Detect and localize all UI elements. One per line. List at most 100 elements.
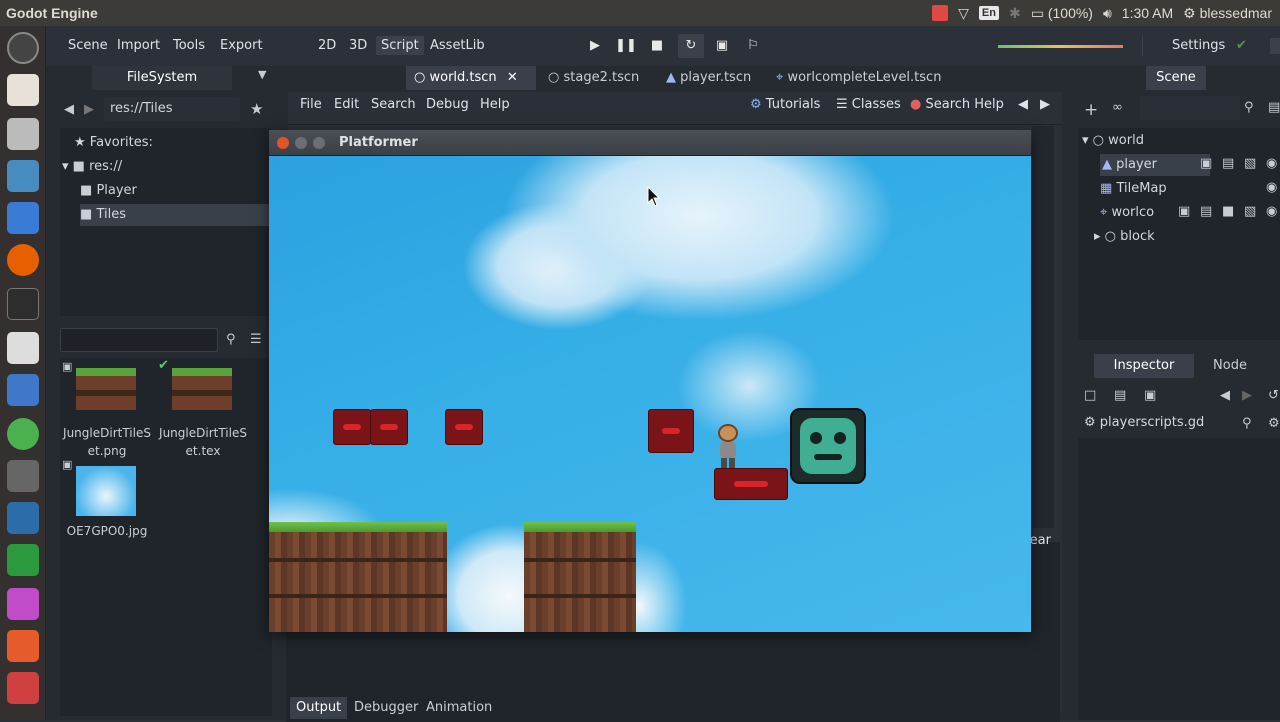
misc-app-icon[interactable] bbox=[7, 672, 39, 704]
screenshot-app-icon[interactable] bbox=[7, 202, 39, 234]
debugger-tab[interactable]: Debugger bbox=[346, 697, 426, 719]
settings-gear-icon[interactable]: ⚙ bbox=[1268, 416, 1280, 431]
game-window-titlebar[interactable]: Platformer bbox=[269, 130, 1031, 156]
drive-app-icon[interactable] bbox=[7, 118, 39, 150]
code-app-icon[interactable] bbox=[7, 502, 39, 534]
script-menu-debug[interactable]: Debug bbox=[426, 97, 469, 112]
menu-scene[interactable]: Scene bbox=[68, 38, 108, 53]
firefox-icon[interactable] bbox=[7, 244, 39, 276]
settings-menu[interactable]: Settings bbox=[1172, 38, 1225, 53]
lock-icon[interactable]: ■ bbox=[1222, 204, 1234, 219]
play-icon[interactable]: ▶ bbox=[582, 34, 608, 58]
menu-import[interactable]: Import bbox=[117, 38, 160, 53]
new-resource-icon[interactable]: □ bbox=[1084, 388, 1096, 403]
mode-assetlib-button[interactable]: AssetLib bbox=[425, 36, 490, 55]
battery-indicator[interactable]: ▭ (100%) bbox=[1031, 5, 1093, 22]
writer-icon[interactable] bbox=[7, 374, 39, 406]
group-icon[interactable]: ▧ bbox=[1244, 156, 1256, 171]
search-icon[interactable]: ⚲ bbox=[226, 332, 236, 347]
close-icon[interactable]: ✕ bbox=[507, 70, 518, 85]
script-icon[interactable]: ▤ bbox=[1222, 156, 1234, 171]
file-search-input[interactable] bbox=[60, 328, 218, 352]
store-app-icon[interactable] bbox=[7, 544, 39, 576]
inspector-tab[interactable]: Inspector bbox=[1094, 354, 1194, 378]
menu-export[interactable]: Export bbox=[220, 38, 263, 53]
text-editor-icon[interactable] bbox=[7, 332, 39, 364]
close-window-icon[interactable] bbox=[277, 137, 289, 149]
play-custom-scene-icon[interactable]: ▣ bbox=[709, 34, 735, 58]
pause-icon[interactable]: ❚❚ bbox=[613, 34, 639, 58]
visibility-eye-icon[interactable]: ◉ bbox=[1266, 156, 1277, 171]
path-field[interactable]: res://Tiles bbox=[104, 97, 240, 121]
wifi-icon[interactable]: ▽ bbox=[958, 5, 969, 22]
list-view-icon[interactable]: ☰ bbox=[250, 332, 262, 347]
script-icon[interactable]: ▤ bbox=[1200, 204, 1212, 219]
scene-tab-world[interactable]: ○ world.tscn ✕ bbox=[406, 66, 536, 90]
visibility-eye-icon[interactable]: ◉ bbox=[1266, 180, 1277, 195]
save-resource-icon[interactable]: ▣ bbox=[1144, 388, 1156, 403]
favorites-row[interactable]: ★ Favorites: bbox=[74, 132, 153, 154]
minimize-window-icon[interactable] bbox=[295, 137, 307, 149]
scene-filter-input[interactable] bbox=[1140, 96, 1240, 120]
godot-app-icon[interactable] bbox=[7, 160, 39, 192]
android-studio-icon[interactable] bbox=[7, 418, 39, 450]
stop-icon[interactable]: ■ bbox=[644, 34, 670, 58]
scene-node-player[interactable]: ▲ player bbox=[1100, 154, 1210, 176]
dash-icon[interactable] bbox=[7, 32, 39, 64]
search-icon[interactable]: ⚲ bbox=[1242, 416, 1252, 431]
tree-res-row[interactable]: ▾ ■ res:// bbox=[62, 156, 122, 178]
scene-node-block[interactable]: ▸ ○ block bbox=[1094, 226, 1155, 248]
back-icon[interactable]: ◀ bbox=[64, 102, 74, 117]
group-icon[interactable]: ▧ bbox=[1244, 204, 1256, 219]
overflow-button[interactable] bbox=[1270, 38, 1280, 54]
script-menu-edit[interactable]: Edit bbox=[334, 97, 359, 112]
settings-app-icon[interactable] bbox=[7, 460, 39, 492]
file-item[interactable]: ✔ JungleDirtTileS et.tex bbox=[156, 358, 250, 458]
tree-tiles-row[interactable]: ■ Tiles bbox=[80, 204, 270, 226]
file-item[interactable]: ▣ OE7GPO0.jpg bbox=[60, 458, 154, 544]
inspected-resource[interactable]: ⚙ playerscripts.gd bbox=[1084, 412, 1204, 434]
scene-tab-stage2[interactable]: ○ stage2.tscn bbox=[540, 66, 647, 90]
files-app-icon[interactable] bbox=[7, 74, 39, 106]
node-tab[interactable]: Node bbox=[1200, 354, 1260, 378]
animation-tab[interactable]: Animation bbox=[418, 697, 500, 719]
classes-button[interactable]: ☰ Classes bbox=[836, 97, 901, 112]
tutorials-button[interactable]: ⚙ Tutorials bbox=[750, 97, 820, 112]
visibility-eye-icon[interactable]: ◉ bbox=[1266, 204, 1277, 219]
user-menu[interactable]: ⚙ blessedmar bbox=[1183, 5, 1272, 22]
instance-icon[interactable]: ▣ bbox=[1200, 156, 1212, 171]
mode-3d-button[interactable]: 3D bbox=[344, 36, 372, 55]
load-resource-icon[interactable]: ▤ bbox=[1114, 388, 1126, 403]
keyboard-layout[interactable]: En bbox=[978, 6, 999, 20]
search-help-button[interactable]: ● Search Help bbox=[910, 97, 1004, 112]
maximize-window-icon[interactable] bbox=[313, 137, 325, 149]
script-menu-help[interactable]: Help bbox=[480, 97, 510, 112]
history-icon[interactable]: ↺ bbox=[1268, 388, 1279, 403]
clock[interactable]: 1:30 AM bbox=[1122, 5, 1173, 21]
filesystem-tab[interactable]: FileSystem bbox=[92, 66, 232, 90]
media-app-icon[interactable] bbox=[7, 588, 39, 620]
search-icon[interactable]: ⚲ bbox=[1244, 100, 1254, 115]
menu-tools[interactable]: Tools bbox=[173, 38, 205, 53]
mode-script-button[interactable]: Script bbox=[376, 36, 424, 55]
delete-icon[interactable]: ▤ bbox=[1268, 100, 1280, 115]
dock-menu-icon[interactable]: ▼ bbox=[258, 68, 266, 81]
file-item[interactable]: ▣ JungleDirtTileS et.png bbox=[60, 360, 154, 458]
script-editor-scrollbar[interactable] bbox=[1032, 126, 1054, 528]
instance-link-icon[interactable]: ∞ bbox=[1112, 100, 1123, 115]
tree-player-row[interactable]: ■ Player bbox=[80, 180, 270, 202]
next-script-icon[interactable]: ▶ bbox=[1040, 97, 1050, 112]
instance-icon[interactable]: ▣ bbox=[1178, 204, 1190, 219]
play-scene-icon[interactable]: ↻ bbox=[678, 34, 704, 58]
terminal-icon[interactable] bbox=[7, 288, 39, 320]
prev-script-icon[interactable]: ◀ bbox=[1018, 97, 1028, 112]
install-app-icon[interactable] bbox=[7, 630, 39, 662]
scene-node-world[interactable]: ▾ ○ world bbox=[1082, 130, 1144, 152]
record-indicator-icon[interactable] bbox=[932, 5, 949, 21]
mode-2d-button[interactable]: 2D bbox=[313, 36, 341, 55]
forward-icon[interactable]: ▶ bbox=[84, 102, 94, 117]
scene-tab-player[interactable]: ▲ player.tscn bbox=[658, 66, 759, 90]
add-node-icon[interactable]: + bbox=[1084, 100, 1098, 120]
scene-node-worlco[interactable]: ⌖ worlco bbox=[1100, 202, 1154, 224]
script-menu-search[interactable]: Search bbox=[371, 97, 416, 112]
